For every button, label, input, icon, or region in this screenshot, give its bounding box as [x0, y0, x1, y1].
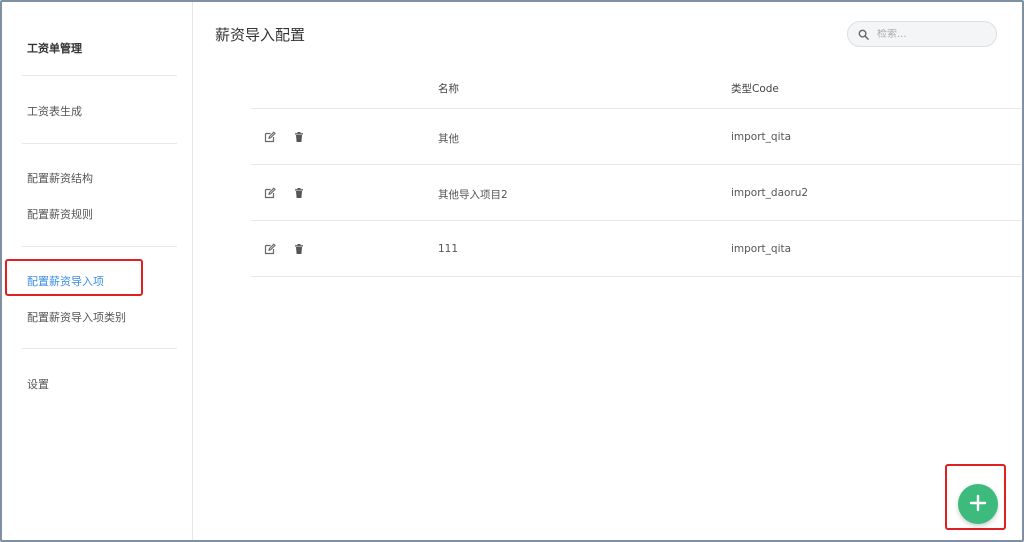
trash-icon[interactable]: [292, 130, 306, 144]
cell-name: 其他导入项目2: [438, 189, 508, 201]
table-row: 其他 import_qita: [251, 109, 1022, 165]
sidebar-item-salary-rules[interactable]: 配置薪资规则: [27, 206, 93, 222]
page-title: 薪资导入配置: [215, 26, 306, 44]
sidebar-item-import-items[interactable]: 配置薪资导入项: [27, 273, 104, 289]
sidebar-divider: [22, 143, 177, 144]
import-items-table: 名称 类型Code 其他 import_qita 其他导入项目2 import_…: [251, 64, 1022, 277]
sidebar-item-import-categories[interactable]: 配置薪资导入项类别: [27, 309, 126, 325]
table-row: 其他导入项目2 import_daoru2: [251, 165, 1022, 221]
cell-code: import_daoru2: [731, 187, 809, 199]
search-input[interactable]: [877, 28, 987, 40]
cell-name: 其他: [438, 133, 459, 145]
sidebar-divider: [22, 75, 177, 76]
cell-code: import_qita: [731, 243, 792, 255]
search-box[interactable]: [847, 21, 997, 47]
trash-icon[interactable]: [292, 186, 306, 200]
edit-icon[interactable]: [263, 242, 277, 256]
sidebar-title: 工资单管理: [27, 42, 82, 55]
edit-icon[interactable]: [263, 130, 277, 144]
search-icon: [858, 25, 869, 44]
table-row: 111 import_qita: [251, 221, 1022, 277]
sidebar-item-settings[interactable]: 设置: [27, 376, 49, 392]
cell-code: import_qita: [731, 131, 792, 143]
trash-icon[interactable]: [292, 242, 306, 256]
plus-icon: [969, 494, 987, 515]
add-button[interactable]: [958, 484, 998, 524]
table-header: 名称 类型Code: [251, 64, 1022, 109]
column-header-code: 类型Code: [731, 83, 779, 95]
sidebar-divider: [22, 246, 177, 247]
sidebar-item-payroll-generate[interactable]: 工资表生成: [27, 103, 82, 119]
sidebar: 工资单管理 工资表生成 配置薪资结构 配置薪资规则 配置薪资导入项 配置薪资导入…: [2, 2, 193, 540]
edit-icon[interactable]: [263, 186, 277, 200]
cell-name: 111: [438, 243, 459, 255]
sidebar-divider: [22, 348, 177, 349]
sidebar-item-salary-structure[interactable]: 配置薪资结构: [27, 170, 93, 186]
column-header-name: 名称: [438, 83, 459, 95]
